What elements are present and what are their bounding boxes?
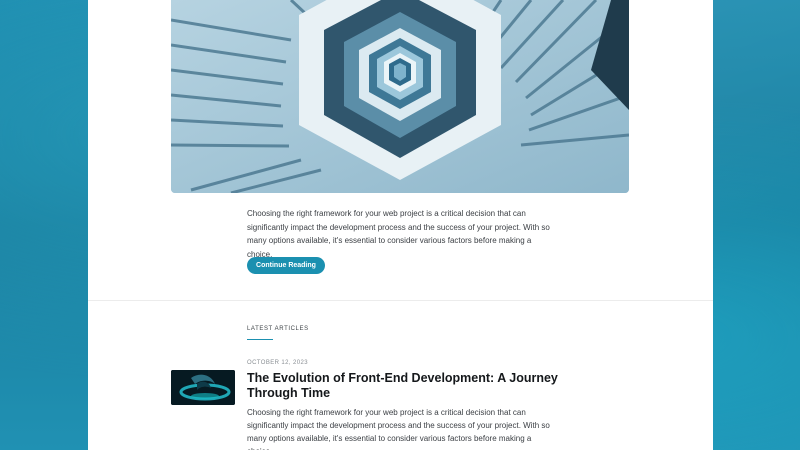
- featured-image[interactable]: [171, 0, 629, 193]
- article-date: OCTOBER 12, 2023: [247, 360, 308, 366]
- featured-post-excerpt: Choosing the right framework for your we…: [247, 209, 550, 259]
- spiral-staircase-image: [171, 0, 629, 193]
- article-thumbnail-image: [171, 370, 235, 405]
- article-thumbnail[interactable]: [171, 370, 235, 405]
- article-title[interactable]: The Evolution of Front-End Development: …: [247, 371, 567, 401]
- latest-articles-heading: LATEST ARTICLES: [247, 326, 309, 332]
- article-excerpt: Choosing the right framework for your we…: [247, 408, 550, 450]
- latest-articles-underline: [247, 339, 273, 340]
- continue-reading-button[interactable]: Continue Reading: [247, 257, 325, 274]
- background-facet: [713, 0, 800, 234]
- section-divider: [88, 300, 713, 301]
- blog-page: Choosing the right framework for your we…: [88, 0, 713, 450]
